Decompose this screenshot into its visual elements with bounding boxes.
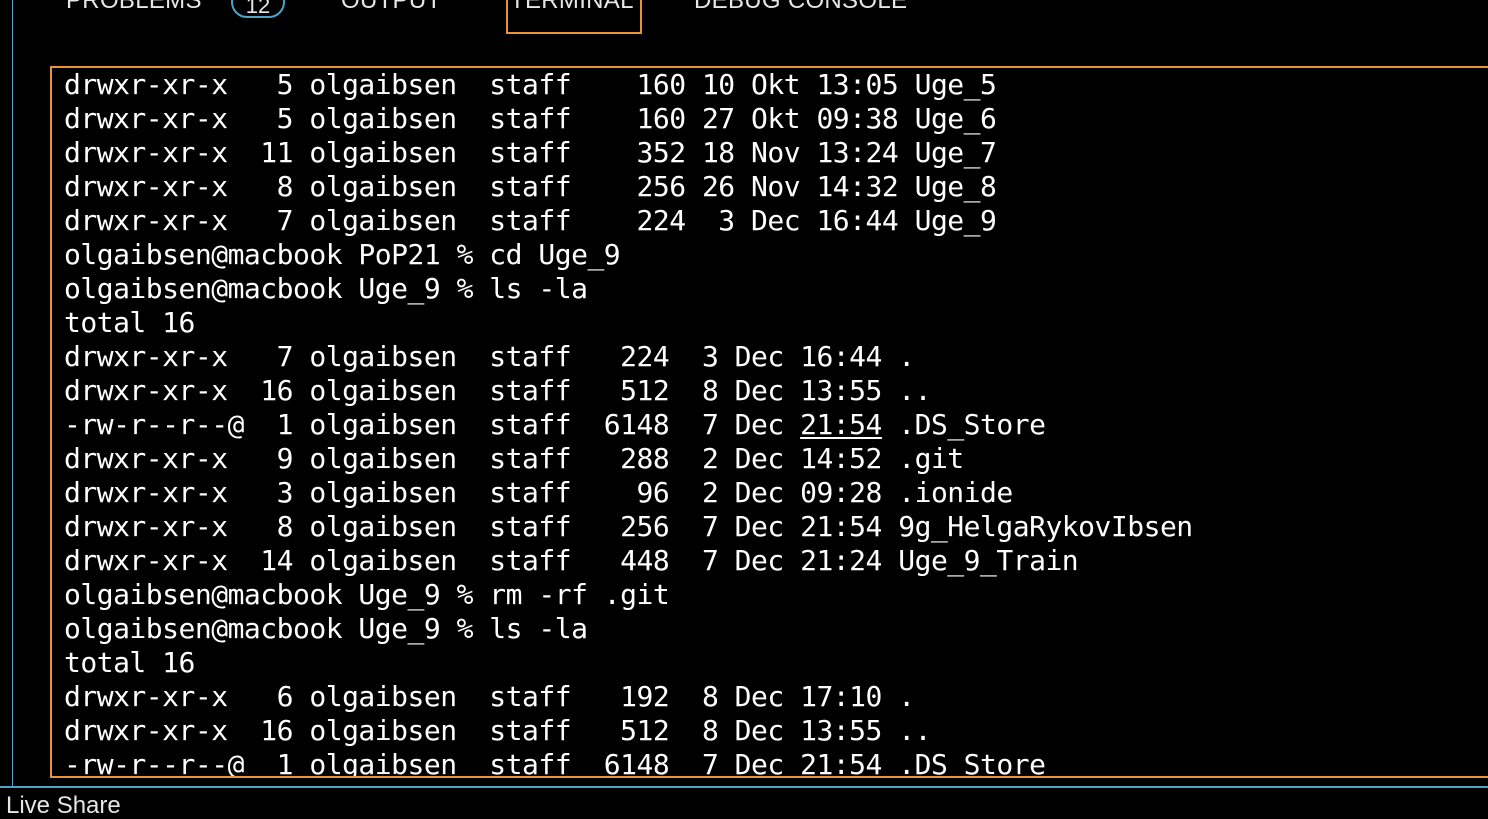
status-bar: Live Share — [0, 786, 1488, 818]
tab-debug-console[interactable]: DEBUG CONSOLE — [694, 0, 907, 24]
tab-debug-console-label: DEBUG CONSOLE — [694, 0, 908, 14]
panel-left-border — [12, 0, 13, 786]
tab-problems[interactable]: PROBLEMS — [66, 0, 202, 24]
terminal-line: drwxr-xr-x 7 olgaibsen staff 224 3 Dec 1… — [64, 204, 997, 237]
terminal-line: drwxr-xr-x 5 olgaibsen staff 160 10 Okt … — [64, 68, 997, 101]
terminal-line: drwxr-xr-x 8 olgaibsen staff 256 26 Nov … — [64, 170, 997, 203]
tab-terminal-label: TERMINAL — [510, 0, 634, 14]
terminal-line: drwxr-xr-x 7 olgaibsen staff 224 3 Dec 1… — [64, 340, 915, 373]
terminal-line: drwxr-xr-x 5 olgaibsen staff 160 27 Okt … — [64, 102, 997, 135]
terminal-line-segment: -rw-r--r--@ 1 olgaibsen staff 6148 7 Dec — [64, 408, 801, 441]
problems-count-badge: 12 — [231, 0, 285, 18]
terminal-line: -rw-r--r--@ 1 olgaibsen staff 6148 7 Dec… — [64, 748, 1046, 778]
terminal-line: olgaibsen@macbook Uge_9 % rm -rf .git — [64, 578, 670, 611]
terminal-link[interactable]: 21:54 — [800, 408, 882, 441]
terminal-line: drwxr-xr-x 14 olgaibsen staff 448 7 Dec … — [64, 544, 1079, 577]
terminal-line: drwxr-xr-x 3 olgaibsen staff 96 2 Dec 09… — [64, 476, 1013, 509]
terminal-output[interactable]: drwxr-xr-x 5 olgaibsen staff 160 10 Okt … — [50, 66, 1488, 778]
terminal-line: olgaibsen@macbook Uge_9 % ls -la — [64, 272, 588, 305]
panel-tab-bar: PROBLEMS 12 OUTPUT TERMINAL DEBUG CONSOL… — [0, 0, 1488, 40]
terminal-line: olgaibsen@macbook PoP21 % cd Uge_9 — [64, 238, 621, 271]
terminal-line: drwxr-xr-x 9 olgaibsen staff 288 2 Dec 1… — [64, 442, 964, 475]
terminal-line: drwxr-xr-x 8 olgaibsen staff 256 7 Dec 2… — [64, 510, 1193, 543]
terminal-line: drwxr-xr-x 16 olgaibsen staff 512 8 Dec … — [64, 374, 931, 407]
terminal-line: total 16 — [64, 306, 195, 339]
vscode-panel: PROBLEMS 12 OUTPUT TERMINAL DEBUG CONSOL… — [0, 0, 1488, 818]
terminal-line: olgaibsen@macbook Uge_9 % ls -la — [64, 612, 588, 645]
terminal-line: -rw-r--r--@ 1 olgaibsen staff 6148 7 Dec… — [64, 408, 1193, 442]
tab-terminal[interactable]: TERMINAL — [506, 0, 642, 34]
terminal-line: drwxr-xr-x 11 olgaibsen staff 352 18 Nov… — [64, 136, 997, 169]
tab-output[interactable]: OUTPUT — [341, 0, 441, 24]
terminal-line: total 16 — [64, 646, 195, 679]
terminal-lines: drwxr-xr-x 5 olgaibsen staff 160 10 Okt … — [64, 68, 1193, 778]
tab-problems-label: PROBLEMS — [66, 0, 202, 14]
terminal-line: drwxr-xr-x 6 olgaibsen staff 192 8 Dec 1… — [64, 680, 915, 713]
terminal-line-segment: .DS_Store — [881, 408, 1046, 441]
terminal-line: drwxr-xr-x 16 olgaibsen staff 512 8 Dec … — [64, 714, 931, 747]
live-share-button[interactable]: Live Share — [6, 794, 121, 818]
tab-output-label: OUTPUT — [341, 0, 442, 14]
